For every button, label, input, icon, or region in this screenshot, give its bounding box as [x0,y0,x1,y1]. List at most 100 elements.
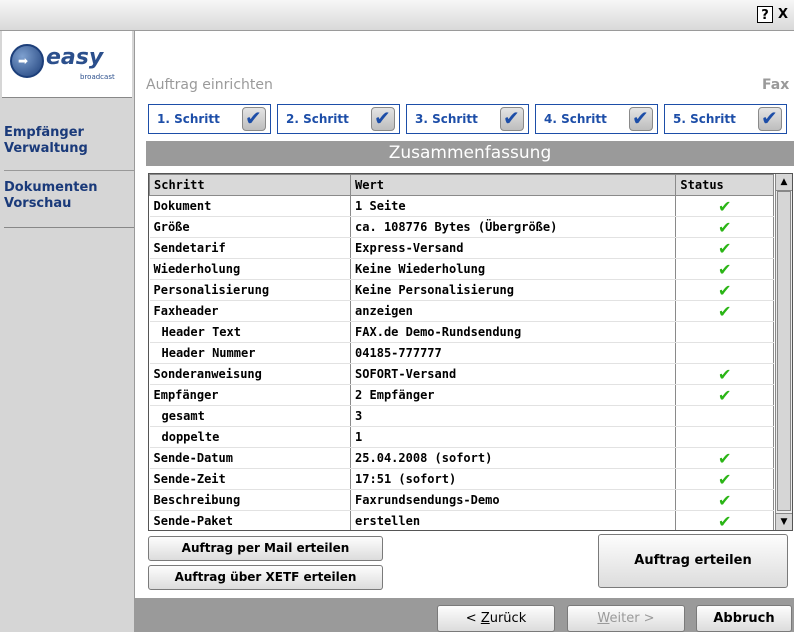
title-bar: ? X [0,0,794,31]
status-check-icon [675,342,774,364]
back-prefix: < [465,611,481,626]
sidebar-item-label-line2: Verwaltung [4,141,88,156]
logo-subtext: broadcast [80,73,115,81]
cancel-button[interactable]: Abbruch [696,605,792,632]
cell-step: Sende-Datum [149,447,352,469]
sidebar-item-dokumenten-vorschau[interactable]: Dokumenten Vorschau [4,172,134,228]
table-row[interactable]: Empfänger 2 Empfänger ✔ [149,384,774,406]
cell-value: 25.04.2008 (sofort) [350,447,677,469]
status-check-icon: ✔ [675,258,774,280]
logo-text: easy [46,45,104,70]
logo: ➡ easy broadcast [2,31,132,98]
status-check-icon: ✔ [675,363,774,385]
step-2-tab[interactable]: 2. Schritt ✔ [277,104,400,134]
status-check-icon: ✔ [675,237,774,259]
table-row[interactable]: Wiederholung Keine Wiederholung ✔ [149,258,774,280]
page-title: Auftrag einrichten [146,77,273,93]
table-row[interactable]: Sonderanweisung SOFORT-Versand ✔ [149,363,774,385]
table-row[interactable]: Dokument 1 Seite ✔ [149,195,774,217]
check-icon: ✔ [629,106,653,131]
table-body: Dokument 1 Seite ✔ Größe ca. 108776 Bytes (Ü… [149,195,774,530]
status-check-icon: ✔ [675,447,774,469]
status-check-icon [675,405,774,427]
cell-step: Sende-Paket [149,510,352,530]
check-icon: ✔ [500,106,524,131]
status-check-icon [675,426,774,448]
table-row[interactable]: doppelte 1 [149,426,774,448]
table-scrollbar[interactable]: ▲ ▼ [775,174,792,530]
step-label: 3. Schritt [415,112,478,126]
cell-value: anzeigen [350,300,677,322]
scroll-down-arrow-icon[interactable]: ▼ [776,513,792,530]
cell-value: 1 [350,426,677,448]
sidebar: ➡ easy broadcast Empfänger Verwaltung Do… [0,31,135,632]
step-3-tab[interactable]: 3. Schritt ✔ [406,104,529,134]
step-label: 5. Schritt [673,112,736,126]
table-row[interactable]: Header Text FAX.de Demo-Rundsendung [149,321,774,343]
cell-value: Keine Personalisierung [350,279,677,301]
submit-order-button[interactable]: Auftrag erteilen [598,534,788,588]
step-1-tab[interactable]: 1. Schritt ✔ [148,104,271,134]
table-row[interactable]: Sende-Zeit 17:51 (sofort) ✔ [149,468,774,490]
summary-table: Schritt Wert Status Dokument 1 Seite ✔ Größ… [148,173,793,531]
cell-value: FAX.de Demo-Rundsendung [350,321,677,343]
cell-step: doppelte [149,426,352,448]
column-header-schritt[interactable]: Schritt [149,174,352,196]
xetf-order-button[interactable]: Auftrag über XETF erteilen [148,565,383,590]
table-row[interactable]: Sende-Paket erstellen ✔ [149,510,774,530]
table-row[interactable]: Sendetarif Express-Versand ✔ [149,237,774,259]
table-row[interactable]: Sende-Datum 25.04.2008 (sofort) ✔ [149,447,774,469]
table-row[interactable]: Faxheader anzeigen ✔ [149,300,774,322]
table-row[interactable]: Größe ca. 108776 Bytes (Übergröße) ✔ [149,216,774,238]
cell-step: Personalisierung [149,279,352,301]
cell-value: SOFORT-Versand [350,363,677,385]
cell-value: 1 Seite [350,195,677,217]
back-mnemonic: Z [480,611,490,626]
cell-value: Keine Wiederholung [350,258,677,280]
sidebar-item-label-line1: Dokumenten [4,180,98,195]
status-check-icon: ✔ [675,279,774,301]
next-button[interactable]: Weiter > [567,605,685,632]
cell-value: Faxrundsendungs-Demo [350,489,677,511]
table-row[interactable]: gesamt 3 [149,405,774,427]
header-fax-label: Fax [762,77,790,93]
cell-step: Faxheader [149,300,352,322]
scroll-up-arrow-icon[interactable]: ▲ [776,174,792,191]
close-button[interactable]: X [775,6,791,23]
cell-value: 04185-777777 [350,342,677,364]
back-button[interactable]: < Zurück [437,605,555,632]
status-check-icon: ✔ [675,510,774,530]
status-check-icon: ✔ [675,468,774,490]
cell-value: ca. 108776 Bytes (Übergröße) [350,216,677,238]
status-check-icon: ✔ [675,489,774,511]
cell-value: 17:51 (sofort) [350,468,677,490]
cell-step: Dokument [149,195,352,217]
cell-step: Wiederholung [149,258,352,280]
cell-value: erstellen [350,510,677,530]
table-row[interactable]: Header Nummer 04185-777777 [149,342,774,364]
column-header-status[interactable]: Status [675,174,774,196]
logo-globe-icon: ➡ [10,44,44,78]
check-icon: ✔ [242,106,266,131]
table-row[interactable]: Personalisierung Keine Personalisierung ✔ [149,279,774,301]
sidebar-item-label-line2: Vorschau [4,196,72,211]
sidebar-item-empfaenger-verwaltung[interactable]: Empfänger Verwaltung [4,117,134,171]
column-header-wert[interactable]: Wert [350,174,677,196]
mail-order-button[interactable]: Auftrag per Mail erteilen [148,536,383,561]
step-label: 4. Schritt [544,112,607,126]
cell-step: Größe [149,216,352,238]
cell-step: Sonderanweisung [149,363,352,385]
scroll-thumb[interactable] [777,191,791,511]
cell-step: gesamt [149,405,352,427]
cell-step: Sendetarif [149,237,352,259]
cell-value: 3 [350,405,677,427]
help-button[interactable]: ? [757,6,773,23]
step-5-tab[interactable]: 5. Schritt ✔ [664,104,787,134]
table-row[interactable]: Beschreibung Faxrundsendungs-Demo ✔ [149,489,774,511]
step-4-tab[interactable]: 4. Schritt ✔ [535,104,658,134]
step-label: 1. Schritt [157,112,220,126]
cell-step: Empfänger [149,384,352,406]
back-label: urück [489,611,527,626]
status-check-icon: ✔ [675,195,774,217]
cell-step: Header Nummer [149,342,352,364]
